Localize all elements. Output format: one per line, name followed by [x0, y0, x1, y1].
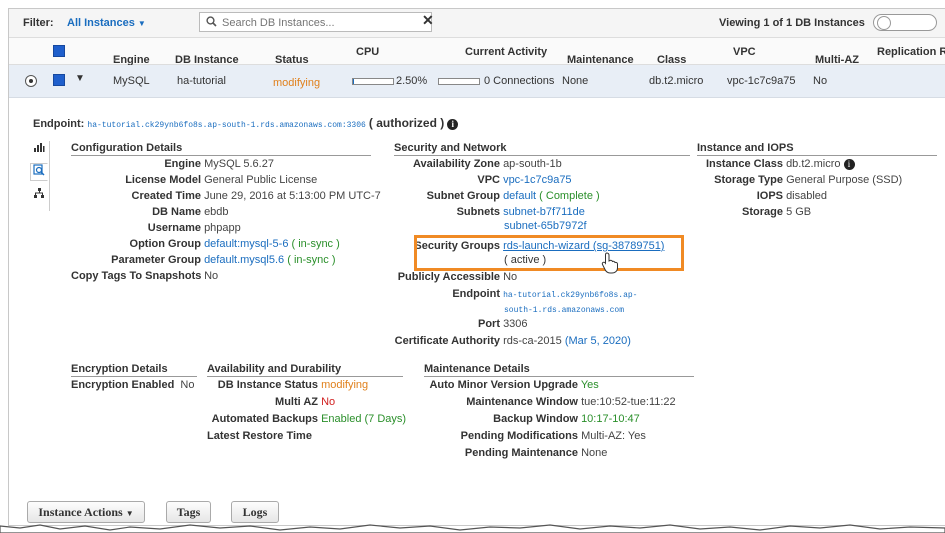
- logs-button[interactable]: Logs: [231, 501, 279, 523]
- col-vpc[interactable]: VPC: [733, 46, 756, 58]
- sec-subnets: Subnets subnet-b7f711de: [456, 206, 585, 218]
- cell-vpc: vpc-1c7c9a75: [727, 75, 796, 87]
- config-parameter-group: Parameter Group default.mysql5.6 ( in-sy…: [111, 254, 336, 266]
- avail-multiaz: Multi AZ No: [275, 396, 336, 408]
- option-group-link[interactable]: default:mysql-5-6: [204, 238, 288, 250]
- cpu-bar-fill: [353, 79, 354, 84]
- monitoring-chart-icon[interactable]: [31, 141, 47, 157]
- iops-storage: Storage 5 GB: [742, 206, 812, 218]
- maint-backup-window: Backup Window 10:17-10:47: [493, 413, 640, 425]
- iops-section-title: Instance and IOPS: [697, 142, 937, 156]
- cell-engine: MySQL: [113, 75, 150, 87]
- config-dbname: DB Name ebdb: [152, 206, 229, 218]
- table-header: Engine - DB Instance - Status - CPU Curr…: [9, 38, 945, 66]
- expand-caret-icon[interactable]: ▼: [75, 73, 85, 84]
- avail-status: DB Instance Status modifying: [217, 379, 369, 391]
- toggle-knob: [877, 16, 891, 30]
- search-box[interactable]: [199, 12, 432, 32]
- table-row[interactable]: ▼ MySQL ha-tutorial modifying 2.50% 0 Co…: [9, 65, 945, 98]
- select-all-checkbox[interactable]: [53, 45, 65, 57]
- view-toggle[interactable]: [873, 14, 937, 31]
- instance-actions-button[interactable]: Instance Actions ▼: [27, 501, 145, 523]
- tags-button[interactable]: Tags: [166, 501, 211, 523]
- topology-tree-icon[interactable]: [31, 187, 47, 203]
- col-cpu[interactable]: CPU: [356, 46, 379, 58]
- sec-subnet-group: Subnet Group default ( Complete ): [426, 190, 600, 202]
- sec-public: Publicly Accessible No: [397, 271, 518, 283]
- sec-endpoint-2: south-1.rds.amazonaws.com: [504, 306, 625, 315]
- config-engine: Engine MySQL 5.6.27: [164, 158, 274, 170]
- activity-bar: [438, 78, 480, 85]
- sec-cert: Certificate Authority rds-ca-2015 (Mar 5…: [394, 335, 631, 347]
- endpoint-value: ha-tutorial.ck29ynb6fo8s.ap-south-1.rds.…: [87, 121, 366, 130]
- clear-search-icon[interactable]: ✕: [422, 12, 434, 29]
- cell-multi-az: No: [813, 75, 828, 87]
- iops-iops: IOPS disabled: [756, 190, 828, 202]
- torn-edge: [0, 524, 945, 533]
- col-replication[interactable]: Replication R: [877, 46, 945, 58]
- cell-cpu: 2.50%: [396, 75, 428, 87]
- config-username: Username phpapp: [147, 222, 241, 234]
- cell-db-instance: ha-tutorial: [177, 75, 226, 87]
- maint-pending-maint: Pending Maintenance None: [464, 447, 608, 459]
- action-button-bar: Instance Actions ▼ Tags Logs: [9, 489, 945, 525]
- cert-date-link[interactable]: (Mar 5, 2020): [565, 335, 631, 347]
- avail-restore: Latest Restore Time: [207, 430, 312, 442]
- rds-console-panel: Filter: All Instances ▼ ✕ Viewing 1 of 1…: [8, 8, 945, 526]
- maint-window: Maintenance Window tue:10:52-tue:11:22: [466, 396, 676, 408]
- info-icon[interactable]: i: [843, 159, 855, 170]
- filter-label: Filter:: [23, 17, 54, 29]
- info-icon[interactable]: i: [447, 119, 459, 130]
- config-license: License Model General Public License: [125, 174, 318, 186]
- config-section-title: Configuration Details: [71, 142, 371, 156]
- detail-side-tabs: [29, 141, 50, 211]
- sec-subnets-2: subnet-65b7972f: [504, 220, 587, 232]
- config-copy-tags: Copy Tags To Snapshots No: [71, 270, 219, 282]
- cell-maintenance: None: [562, 75, 589, 87]
- filter-dropdown[interactable]: All Instances ▼: [67, 17, 146, 29]
- maint-pending-mods: Pending Modifications Multi-AZ: Yes: [460, 430, 646, 442]
- maintenance-section-title: Maintenance Details: [424, 363, 694, 377]
- maint-auto-upgrade: Auto Minor Version Upgrade Yes: [429, 379, 599, 391]
- encryption-section-title: Encryption Details: [71, 363, 197, 377]
- availability-section-title: Availability and Durability: [207, 363, 403, 377]
- cell-class: db.t2.micro: [649, 75, 704, 87]
- iops-class: Instance Class db.t2.micro i: [697, 158, 855, 170]
- sec-endpoint: Endpoint ha-tutorial.ck29ynb6fo8s.ap-: [452, 288, 638, 300]
- cpu-bar: [352, 78, 394, 85]
- row-radio[interactable]: [25, 75, 37, 87]
- filter-dropdown-label: All Instances: [67, 17, 135, 29]
- details-magnify-icon[interactable]: [30, 163, 48, 181]
- security-section-title: Security and Network: [394, 142, 690, 156]
- config-option-group: Option Group default:mysql-5-6 ( in-sync…: [129, 238, 340, 250]
- subnet-link-1[interactable]: subnet-b7f711de: [503, 206, 585, 218]
- search-icon: [206, 16, 217, 27]
- chevron-down-icon: ▼: [137, 19, 146, 28]
- subnet-link-2[interactable]: subnet-65b7972f: [504, 220, 587, 232]
- sec-vpc: VPC vpc-1c7c9a75: [477, 174, 572, 186]
- config-created: Created Time June 29, 2016 at 5:13:00 PM…: [131, 190, 381, 202]
- filter-bar: Filter: All Instances ▼ ✕ Viewing 1 of 1…: [9, 9, 945, 38]
- parameter-group-link[interactable]: default.mysql5.6: [204, 254, 284, 266]
- enc-enabled: Encryption Enabled No: [71, 379, 195, 391]
- endpoint-line: Endpoint: ha-tutorial.ck29ynb6fo8s.ap-so…: [33, 116, 459, 130]
- chevron-down-icon: ▼: [125, 509, 134, 518]
- avail-backups: Automated Backups Enabled (7 Days): [211, 413, 407, 425]
- row-checkbox[interactable]: [53, 74, 65, 86]
- subnet-group-link[interactable]: default: [503, 190, 536, 202]
- sec-port: Port 3306: [478, 318, 528, 330]
- endpoint-label: Endpoint:: [33, 118, 85, 130]
- cell-status: modifying: [273, 77, 321, 89]
- hand-cursor-icon: [601, 252, 618, 274]
- search-input[interactable]: [220, 14, 404, 32]
- vpc-link[interactable]: vpc-1c7c9a75: [503, 174, 572, 186]
- security-groups-highlight: [414, 235, 684, 271]
- viewing-count: Viewing 1 of 1 DB Instances: [719, 17, 865, 29]
- sec-az: Availability Zone ap-south-1b: [412, 158, 562, 170]
- cell-connections: 0 Connections: [484, 75, 555, 87]
- authorized-status: ( authorized ): [368, 116, 445, 130]
- col-current-activity[interactable]: Current Activity: [465, 46, 547, 58]
- iops-storage-type: Storage Type General Purpose (SSD): [714, 174, 903, 186]
